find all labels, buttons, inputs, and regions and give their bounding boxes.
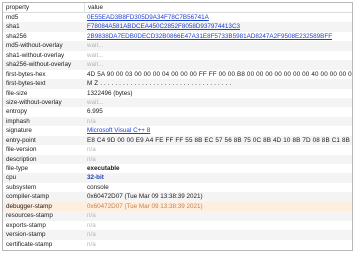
table-row[interactable]: imphash n/a [3, 116, 352, 127]
value-cell[interactable]: Microsoft Visual C++ 8 [84, 126, 352, 135]
value-cell: 0x60472D07 (Tue Mar 09 13:38:39 2021) [87, 202, 203, 210]
value-cell: 0x60472D07 (Tue Mar 09 13:38:39 2021) [87, 193, 203, 201]
value-column-header[interactable]: value [84, 3, 352, 12]
value-cell: 6.995 [87, 108, 103, 116]
property-cell: sha256 [6, 32, 27, 40]
property-cell: signature [6, 127, 32, 135]
property-cell: file-type [6, 165, 29, 172]
table-row[interactable]: file-version n/a [3, 145, 352, 154]
table-row[interactable]: sha256-without-overlay wait... [3, 60, 352, 70]
property-cell: resources-stamp [6, 212, 53, 220]
property-cell: sha256-without-overlay [6, 61, 72, 69]
property-cell: size-without-overlay [6, 98, 62, 106]
property-cell: md5-without-overlay [6, 42, 63, 50]
table-row[interactable]: signature Microsoft Visual C++ 8 [3, 126, 352, 135]
property-cell: file-size [6, 89, 28, 97]
table-row[interactable]: cpu 32-bit [3, 173, 352, 183]
property-cell: first-bytes-hex [6, 70, 46, 78]
property-column-header[interactable]: property [3, 3, 84, 12]
value-cell: wait... [87, 42, 104, 50]
value-cell: n/a [87, 155, 96, 163]
property-cell: cpu [6, 174, 17, 182]
property-cell: compiler-stamp [6, 193, 50, 201]
value-cell[interactable]: 2B9838DA7EDB0DECD32B0866E47A31E8F5733B59… [84, 32, 352, 41]
property-cell: sha1 [6, 23, 20, 31]
value-cell: E8 C4 9D 00 00 E9 A4 FE FF FF 55 8B EC 5… [87, 136, 352, 144]
value-cell: M Z . . . . . . . . . . . . . . . . . . … [87, 80, 232, 88]
value-cell: wait... [87, 98, 104, 106]
property-cell: entropy [6, 108, 28, 116]
value-cell: executable [87, 165, 120, 172]
property-cell: exports-stamp [6, 221, 46, 229]
property-cell: certificate-stamp [6, 240, 53, 248]
table-row[interactable]: compiler-stamp 0x60472D07 (Tue Mar 09 13:… [3, 192, 352, 202]
property-cell: imphash [6, 117, 30, 125]
value-cell: wait... [87, 61, 104, 69]
table-row[interactable]: sha1 F78084A581ABDCEA450C2852F8058D937974… [3, 22, 352, 32]
table-row[interactable]: sha256 2B9838DA7EDB0DECD32B0866E47A31E8F5… [3, 32, 352, 41]
table-row[interactable]: file-type executable [3, 164, 352, 173]
table-body: md5 0E55EAD3B8FD305D9A34F78C7B56741A sha1 F… [3, 13, 352, 249]
table-row[interactable]: subsystem console [3, 183, 352, 192]
property-cell: entry-point [6, 136, 36, 144]
property-cell: file-version [6, 146, 37, 154]
table-row[interactable]: entry-point E8 C4 9D 00 00 E9 A4 FE FF FF… [3, 135, 352, 146]
value-cell: n/a [87, 146, 96, 154]
table-row[interactable]: version-stamp n/a [3, 230, 352, 240]
table-row[interactable]: entropy 6.995 [3, 107, 352, 116]
property-cell: sha1-without-overlay [6, 51, 65, 59]
property-cell: subsystem [6, 183, 37, 191]
value-cell: n/a [87, 240, 96, 248]
value-cell: n/a [87, 212, 96, 220]
value-cell: n/a [87, 221, 96, 229]
table-row[interactable]: size-without-overlay wait... [3, 97, 352, 108]
value-cell: wait... [87, 51, 104, 59]
table-row[interactable]: md5-without-overlay wait... [3, 41, 352, 51]
table-row[interactable]: md5 0E55EAD3B8FD305D9A34F78C7B56741A [3, 13, 352, 22]
table-row[interactable]: description n/a [3, 154, 352, 164]
properties-table: property value md5 0E55EAD3B8FD305D9A34F7… [2, 2, 353, 251]
property-cell: md5 [6, 14, 19, 21]
table-row[interactable]: first-bytes-hex 4D 5A 90 00 03 00 00 00 0… [3, 70, 352, 79]
value-cell[interactable]: F78084A581ABDCEA450C2852F8058D937974413C… [84, 22, 352, 31]
value-cell: 32-bit [87, 174, 104, 182]
property-cell: version-stamp [6, 231, 46, 239]
value-cell[interactable]: 0E55EAD3B8FD305D9A34F78C7B56741A [84, 13, 352, 22]
table-row[interactable]: first-bytes-text M Z . . . . . . . . . . … [3, 79, 352, 89]
table-row[interactable]: debugger-stamp 0x60472D07 (Tue Mar 09 13:… [3, 201, 352, 212]
value-cell: n/a [87, 117, 96, 125]
value-cell: 4D 5A 90 00 03 00 00 00 04 00 00 00 FF F… [87, 70, 352, 78]
property-cell: first-bytes-text [6, 80, 46, 88]
table-row[interactable]: exports-stamp n/a [3, 221, 352, 230]
table-row[interactable]: sha1-without-overlay wait... [3, 51, 352, 60]
value-cell: console [87, 183, 109, 191]
table-row[interactable]: file-size 1322496 (bytes) [3, 89, 352, 98]
value-cell: n/a [87, 231, 96, 239]
property-cell: description [6, 155, 37, 163]
table-header: property value [3, 3, 352, 13]
table-row[interactable]: resources-stamp n/a [3, 211, 352, 221]
property-cell: debugger-stamp [6, 202, 52, 210]
value-cell: 1322496 (bytes) [87, 89, 133, 97]
table-row[interactable]: certificate-stamp n/a [3, 240, 352, 249]
